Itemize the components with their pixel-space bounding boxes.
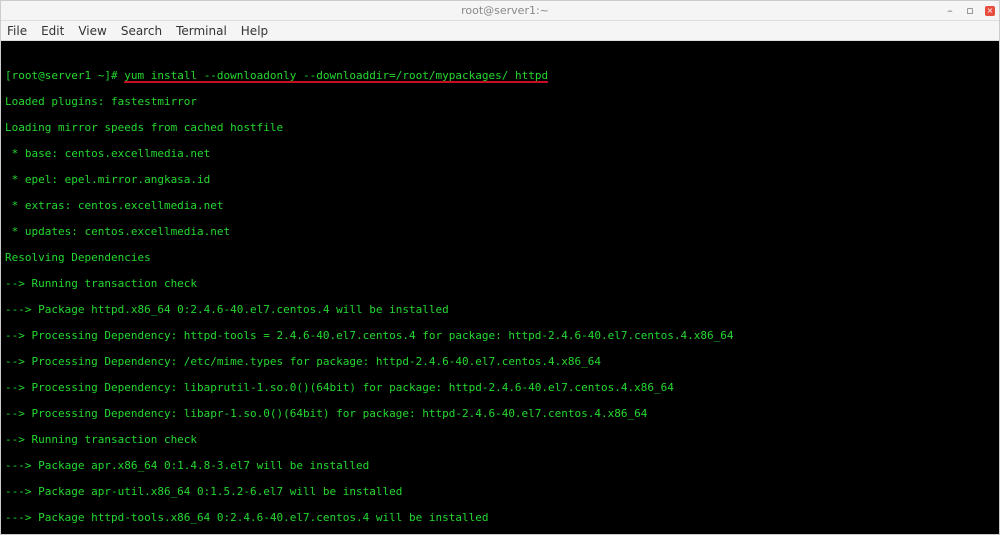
output-line: --> Processing Dependency: /etc/mime.typ… (5, 355, 995, 368)
output-line: * base: centos.excellmedia.net (5, 147, 995, 160)
output-line: ---> Package httpd-tools.x86_64 0:2.4.6-… (5, 511, 995, 524)
output-line: --> Running transaction check (5, 433, 995, 446)
output-line: Loaded plugins: fastestmirror (5, 95, 995, 108)
menu-help[interactable]: Help (241, 24, 268, 38)
output-line: ---> Package httpd.x86_64 0:2.4.6-40.el7… (5, 303, 995, 316)
output-line: ---> Package apr.x86_64 0:1.4.8-3.el7 wi… (5, 459, 995, 472)
output-line: ---> Package apr-util.x86_64 0:1.5.2-6.e… (5, 485, 995, 498)
window-controls: – ▫ × (945, 6, 995, 16)
menu-terminal[interactable]: Terminal (176, 24, 227, 38)
menu-edit[interactable]: Edit (41, 24, 64, 38)
output-line: * extras: centos.excellmedia.net (5, 199, 995, 212)
command-line: [root@server1 ~]# yum install --download… (5, 69, 995, 82)
output-line: Resolving Dependencies (5, 251, 995, 264)
output-line: --> Running transaction check (5, 277, 995, 290)
output-line: Loading mirror speeds from cached hostfi… (5, 121, 995, 134)
minimize-icon[interactable]: – (945, 6, 955, 16)
menu-file[interactable]: File (7, 24, 27, 38)
menu-search[interactable]: Search (121, 24, 162, 38)
shell-prompt: [root@server1 ~]# (5, 69, 124, 82)
output-line: * updates: centos.excellmedia.net (5, 225, 995, 238)
maximize-icon[interactable]: ▫ (965, 6, 975, 16)
terminal-window: root@server1:~ – ▫ × File Edit View Sear… (0, 0, 1000, 535)
output-line: * epel: epel.mirror.angkasa.id (5, 173, 995, 186)
output-line: --> Processing Dependency: libaprutil-1.… (5, 381, 995, 394)
terminal-area[interactable]: [root@server1 ~]# yum install --download… (1, 41, 999, 534)
menu-bar: File Edit View Search Terminal Help (1, 21, 999, 41)
typed-command: yum install --downloadonly --downloaddir… (124, 69, 548, 82)
close-icon[interactable]: × (985, 6, 995, 16)
title-bar[interactable]: root@server1:~ – ▫ × (1, 1, 999, 21)
output-line: --> Processing Dependency: httpd-tools =… (5, 329, 995, 342)
window-title: root@server1:~ (65, 4, 945, 17)
menu-view[interactable]: View (78, 24, 106, 38)
output-line: --> Processing Dependency: libapr-1.so.0… (5, 407, 995, 420)
